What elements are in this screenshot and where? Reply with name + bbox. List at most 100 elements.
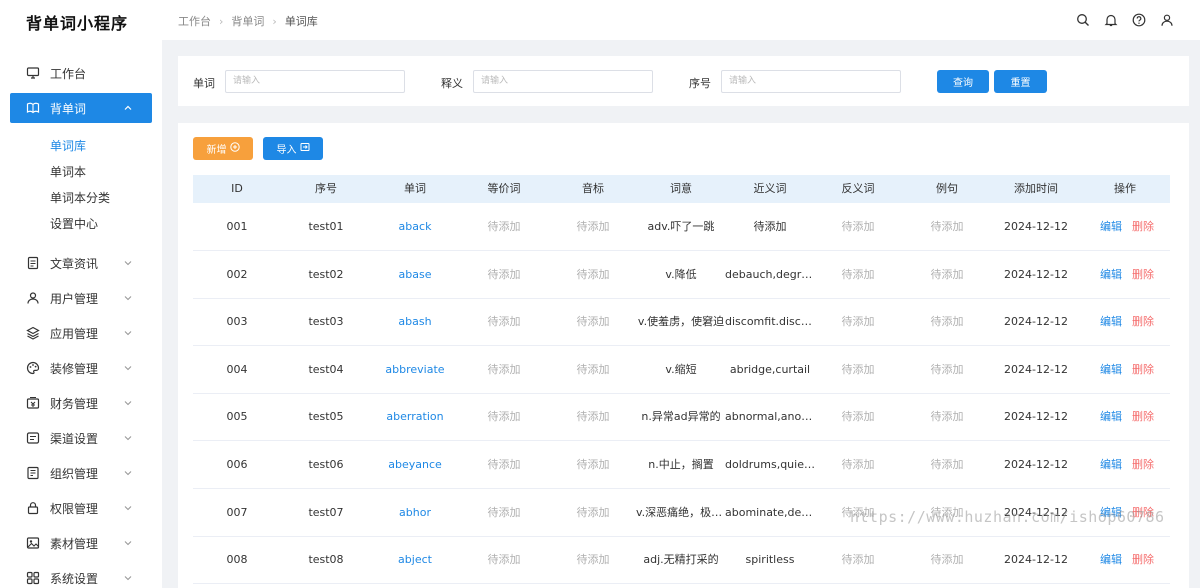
delete-button[interactable]: 删除	[1132, 363, 1154, 376]
cell-seq: test06	[308, 458, 344, 471]
layers-icon	[26, 326, 40, 340]
cell-phonetic: 待添加	[576, 505, 610, 519]
help-icon[interactable]	[1130, 11, 1148, 29]
cell-meaning: n.中止，搁置	[648, 458, 714, 471]
cell-example: 待添加	[930, 315, 964, 329]
cell-seq: test03	[308, 315, 344, 329]
sidebar-item-label: 用户管理	[50, 291, 99, 306]
cell-id: 003	[226, 315, 248, 329]
delete-button[interactable]: 删除	[1132, 410, 1154, 423]
sidebar-item-organization[interactable]: 组织管理	[10, 458, 152, 488]
table-row: 003 test03 abash 待添加 待添加 v.使羞虏，使窘迫 discomfit.d…	[193, 298, 1170, 347]
delete-button[interactable]: 删除	[1132, 553, 1154, 566]
sidebar-item-vocab[interactable]: 背单词	[10, 93, 152, 123]
edit-button[interactable]: 编辑	[1100, 410, 1122, 423]
row-actions: 编辑 删除	[1100, 536, 1154, 583]
cell-meaning: v.使羞虏，使窘迫	[637, 315, 725, 329]
word-link[interactable]: aback	[399, 203, 432, 250]
cell-phonetic: 待添加	[576, 267, 610, 281]
avatar-icon[interactable]	[1158, 11, 1176, 29]
word-link[interactable]: abhor	[399, 489, 431, 536]
cell-equiv: 待添加	[487, 315, 521, 329]
meaning-input[interactable]: 请输入	[473, 70, 653, 93]
sidebar-item-apps[interactable]: 应用管理	[10, 318, 152, 348]
edit-button[interactable]: 编辑	[1100, 363, 1122, 376]
cell-date: 2024-12-12	[1004, 458, 1068, 471]
sidebar-item-label: 系统设置	[50, 571, 99, 586]
subitem-word-library[interactable]: 单词库	[50, 137, 86, 154]
edit-button[interactable]: 编辑	[1100, 268, 1122, 281]
subitem-wordbook[interactable]: 单词本	[50, 163, 86, 180]
word-link[interactable]: abash	[398, 298, 431, 345]
breadcrumb-item[interactable]: 背单词	[231, 13, 264, 29]
table-row: 006 test06 abeyance 待添加 待添加 n.中止，搁置 doldrums,q…	[193, 441, 1170, 489]
plus-circle-icon	[229, 142, 240, 155]
cell-id: 004	[226, 362, 248, 376]
chevron-down-icon	[122, 572, 134, 584]
sidebar-item-label: 应用管理	[50, 326, 99, 341]
word-link[interactable]: aberration	[386, 393, 443, 440]
delete-button[interactable]: 删除	[1132, 268, 1154, 281]
sidebar-item-workbench[interactable]: 工作台	[10, 58, 152, 88]
table-row: 002 test02 abase 待添加 待添加 v.降低 debauch,degrade 待…	[193, 251, 1170, 299]
edit-button[interactable]: 编辑	[1100, 458, 1122, 471]
sidebar-item-finance[interactable]: 财务管理	[10, 388, 152, 418]
sidebar-item-materials[interactable]: 素材管理	[10, 528, 152, 558]
sidebar-item-channels[interactable]: 渠道设置	[10, 423, 152, 453]
chevron-down-icon	[122, 292, 134, 304]
word-link[interactable]: abase	[399, 251, 432, 298]
chevron-down-icon	[122, 327, 134, 339]
sidebar-item-permissions[interactable]: 权限管理	[10, 493, 152, 523]
word-link[interactable]: abeyance	[388, 441, 442, 488]
column-header: 操作	[1114, 182, 1136, 195]
sidebar-item-system[interactable]: 系统设置	[10, 563, 152, 588]
cell-date: 2024-12-12	[1004, 362, 1068, 376]
cell-seq: test04	[308, 362, 344, 376]
cell-equiv: 待添加	[487, 410, 521, 424]
cell-antonym: 待添加	[841, 553, 875, 567]
sidebar-item-label: 渠道设置	[50, 431, 99, 446]
word-input[interactable]: 请输入	[225, 70, 405, 93]
sidebar-item-label: 财务管理	[50, 396, 99, 411]
word-link[interactable]: abbreviate	[385, 346, 444, 393]
wallet-icon	[26, 396, 40, 410]
cell-synonym: debauch,degrade	[725, 267, 815, 281]
cell-synonym: discomfit.discon...	[725, 315, 815, 329]
delete-button[interactable]: 删除	[1132, 458, 1154, 471]
sidebar-item-users[interactable]: 用户管理	[10, 283, 152, 313]
sidebar-item-label: 工作台	[50, 66, 87, 81]
word-link[interactable]: abject	[398, 536, 432, 583]
table-row: 005 test05 aberration 待添加 待添加 n.异常ad异常的 abnorm…	[193, 393, 1170, 442]
image-icon	[26, 536, 40, 550]
chevron-down-icon	[122, 257, 134, 269]
cell-synonym: abominate,despi...	[725, 505, 815, 519]
bell-icon[interactable]	[1102, 11, 1120, 29]
add-button[interactable]: 新增	[193, 137, 253, 160]
cell-id: 006	[226, 458, 248, 471]
cell-synonym: abridge,curtail	[729, 362, 811, 376]
reset-button[interactable]: 重置	[994, 70, 1047, 93]
import-button[interactable]: 导入	[263, 137, 323, 160]
header-icons	[1074, 11, 1176, 29]
cell-example: 待添加	[930, 458, 964, 471]
delete-button[interactable]: 删除	[1132, 220, 1154, 233]
sidebar-item-decoration[interactable]: 装修管理	[10, 353, 152, 383]
sidebar-item-articles[interactable]: 文章资讯	[10, 248, 152, 278]
column-header: 反义词	[841, 182, 875, 195]
subitem-wordbook-category[interactable]: 单词本分类	[50, 189, 110, 206]
index-input[interactable]: 请输入	[721, 70, 901, 93]
query-button[interactable]: 查询	[937, 70, 989, 93]
edit-button[interactable]: 编辑	[1100, 220, 1122, 233]
edit-button[interactable]: 编辑	[1100, 315, 1122, 328]
watermark-text: https://www.huzhan.com/ishop60786	[850, 508, 1165, 526]
subitem-settings-center[interactable]: 设置中心	[50, 215, 98, 232]
cell-equiv: 待添加	[487, 362, 521, 376]
delete-button[interactable]: 删除	[1132, 315, 1154, 328]
breadcrumb: 工作台 › 背单词 › 单词库	[178, 13, 318, 29]
import-icon	[300, 142, 310, 155]
search-icon[interactable]	[1074, 11, 1092, 29]
cell-seq: test01	[308, 220, 344, 233]
sidebar-item-label: 文章资讯	[50, 256, 99, 271]
edit-button[interactable]: 编辑	[1100, 553, 1122, 566]
breadcrumb-item[interactable]: 工作台	[178, 13, 211, 29]
